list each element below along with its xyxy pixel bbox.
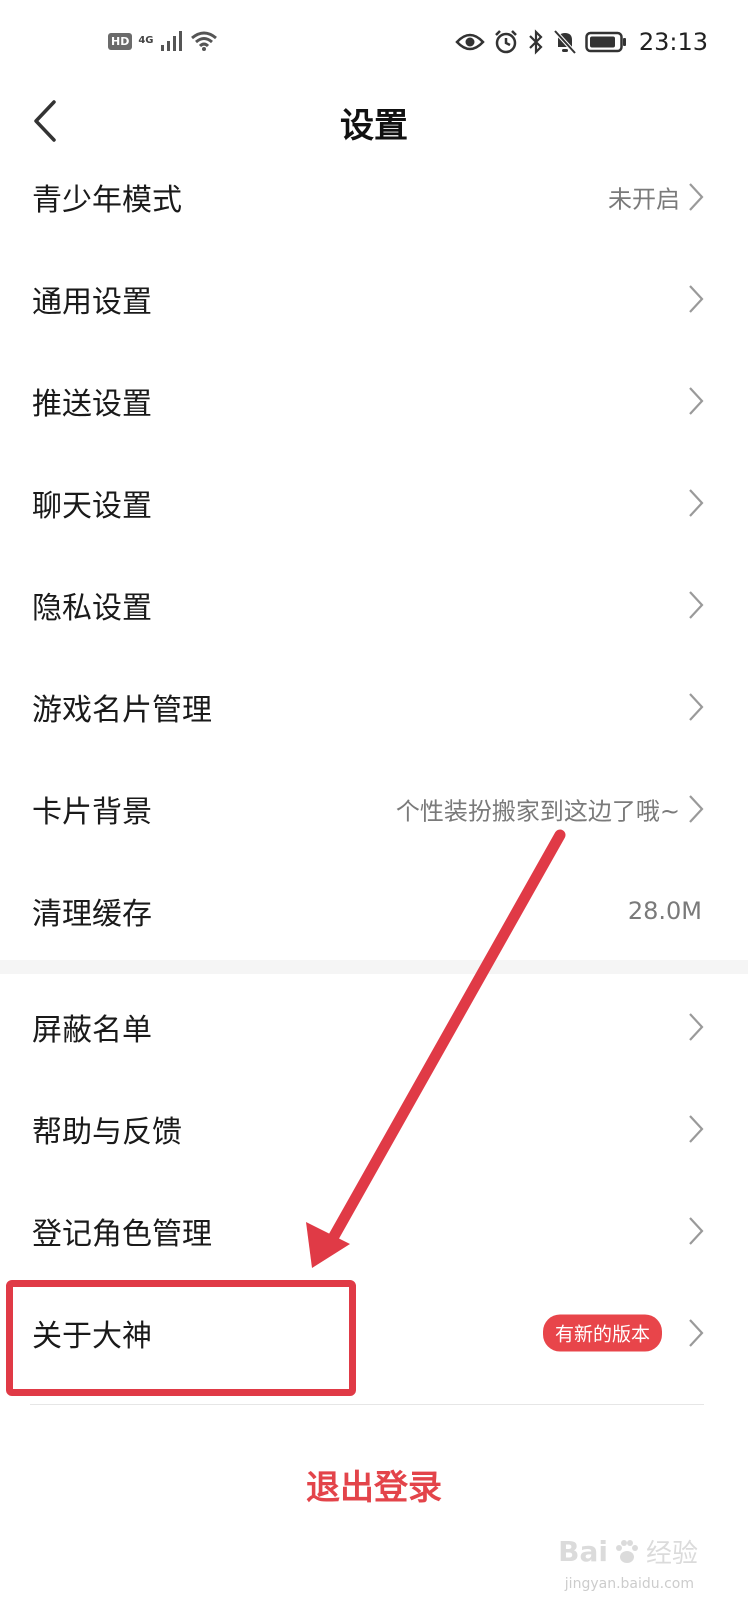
network-type: 4G — [138, 35, 154, 46]
row-label: 推送设置 — [32, 387, 152, 422]
settings-row-role-management[interactable]: 登记角色管理 — [0, 1180, 748, 1282]
cache-size: 28.0M — [627, 897, 702, 925]
chevron-right-icon — [689, 1013, 704, 1041]
watermark-brand: Bai — [558, 1535, 608, 1568]
battery-icon — [585, 31, 626, 53]
settings-row-block-list[interactable]: 屏蔽名单 — [0, 976, 748, 1078]
chevron-right-icon — [689, 1115, 704, 1143]
row-label: 登记角色管理 — [32, 1217, 212, 1252]
watermark-suffix: 经验 — [645, 1539, 698, 1569]
settings-row-privacy[interactable]: 隐私设置 — [0, 554, 748, 656]
chevron-right-icon — [689, 489, 704, 517]
status-bar: HD 4G 23:13 — [0, 0, 748, 80]
status-right: 23:13 — [455, 28, 708, 56]
chevron-right-icon — [689, 387, 704, 415]
row-label: 隐私设置 — [32, 591, 152, 626]
row-label: 清理缓存 — [32, 897, 152, 932]
chevron-right-icon — [689, 795, 704, 823]
row-label: 帮助与反馈 — [32, 1115, 182, 1150]
chevron-right-icon — [689, 1217, 704, 1245]
row-value: 未开启 — [608, 185, 680, 214]
eye-icon — [455, 33, 485, 51]
row-label: 通用设置 — [32, 285, 152, 320]
wifi-icon — [190, 31, 217, 51]
new-version-badge: 有新的版本 — [542, 1314, 662, 1352]
watermark-url: jingyan.baidu.com — [564, 1576, 694, 1592]
settings-row-game-card[interactable]: 游戏名片管理 — [0, 656, 748, 758]
page-title: 设置 — [340, 106, 408, 146]
row-label: 屏蔽名单 — [32, 1013, 152, 1048]
mute-icon — [553, 29, 577, 55]
row-label: 聊天设置 — [32, 489, 152, 524]
settings-row-youth-mode[interactable]: 青少年模式 未开启 — [0, 146, 748, 248]
settings-row-card-background[interactable]: 卡片背景 个性装扮搬家到这边了哦~ — [0, 758, 748, 860]
row-label: 关于大神 — [32, 1319, 152, 1354]
section-divider — [0, 960, 748, 974]
settings-row-clear-cache[interactable]: 清理缓存 28.0M — [0, 860, 748, 962]
row-label: 游戏名片管理 — [32, 693, 212, 728]
baidu-watermark: Bai 经验 — [558, 1533, 698, 1570]
chevron-right-icon — [689, 693, 704, 721]
row-label: 青少年模式 — [32, 183, 182, 218]
clock: 23:13 — [638, 28, 708, 56]
settings-row-chat[interactable]: 聊天设置 — [0, 452, 748, 554]
logout-button[interactable]: 退出登录 — [0, 1460, 748, 1509]
signal-icon — [160, 31, 182, 51]
list-bottom-divider — [30, 1404, 704, 1405]
chevron-right-icon — [689, 591, 704, 619]
settings-row-about[interactable]: 关于大神 有新的版本 — [0, 1282, 748, 1384]
row-value: 个性装扮搬家到这边了哦~ — [395, 797, 680, 826]
chevron-right-icon — [689, 285, 704, 313]
status-left: HD 4G — [108, 30, 218, 52]
bluetooth-icon — [529, 29, 543, 55]
row-label: 卡片背景 — [32, 795, 152, 830]
settings-row-help-feedback[interactable]: 帮助与反馈 — [0, 1078, 748, 1180]
settings-row-push[interactable]: 推送设置 — [0, 350, 748, 452]
alarm-icon — [494, 30, 517, 54]
settings-row-general[interactable]: 通用设置 — [0, 248, 748, 350]
paw-icon — [615, 1539, 638, 1563]
chevron-right-icon — [689, 1319, 704, 1347]
hd-badge: HD — [108, 32, 133, 50]
chevron-right-icon — [689, 183, 704, 211]
